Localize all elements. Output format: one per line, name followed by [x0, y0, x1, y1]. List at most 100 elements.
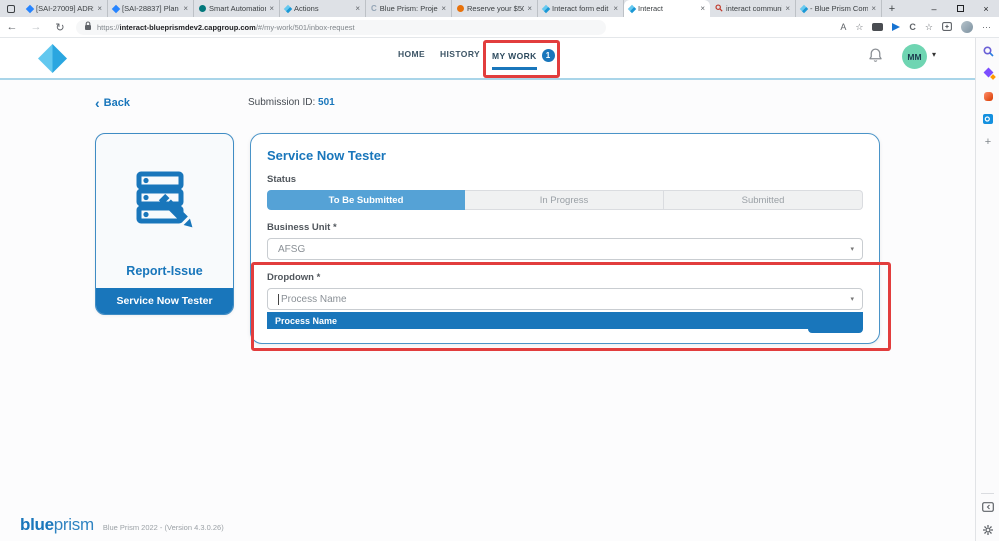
app-footer: blueprism Blue Prism 2022 - (Version 4.3…	[20, 515, 224, 535]
tab-close-icon[interactable]: ×	[183, 4, 188, 13]
window-controls: – ×	[921, 0, 999, 17]
tab-close-icon[interactable]: ×	[871, 4, 876, 13]
tab-title: Actions	[294, 4, 319, 13]
jira-favicon-icon	[25, 4, 35, 13]
tab-title: Smart Automation	[209, 4, 267, 13]
blueprism-favicon-icon	[541, 4, 551, 13]
browser-tab[interactable]: Actions ×	[280, 0, 366, 17]
tab-close-icon[interactable]: ×	[97, 4, 102, 13]
tab-title: Interact form edit	[552, 4, 609, 13]
browser-tab-strip: [SAI-27009] ADR1 × [SAI-28837] Plan I × …	[0, 0, 999, 17]
request-card-banner: Service Now Tester	[96, 288, 233, 314]
close-window-button[interactable]: ×	[973, 0, 999, 17]
browser-tab[interactable]: [SAI-28837] Plan I ×	[108, 0, 194, 17]
report-issue-icon	[96, 134, 233, 264]
sidebar-add-button[interactable]: +	[976, 137, 999, 148]
edge-sidebar: +	[975, 38, 999, 541]
jira-favicon-icon	[111, 4, 121, 13]
tab-title: Interact	[638, 4, 664, 13]
tab-title: Blue Prism: Projec	[379, 4, 439, 13]
url-path: /#/my-work/501/inbox-request	[255, 22, 355, 32]
back-link[interactable]: ‹ Back	[95, 95, 130, 111]
tab-close-icon[interactable]: ×	[355, 4, 360, 13]
user-menu-caret-icon[interactable]: ▾	[932, 50, 936, 59]
tab-title: [SAI-28837] Plan I	[122, 4, 181, 13]
browser-tab[interactable]: interact communit ×	[710, 0, 796, 17]
orange-favicon-icon	[457, 5, 464, 12]
search-favicon-icon	[715, 3, 723, 14]
user-avatar[interactable]: MM	[902, 44, 927, 69]
business-unit-label: Business Unit *	[267, 222, 337, 233]
read-aloud-button[interactable]: A	[840, 22, 846, 32]
annotation-box-my-work	[483, 40, 560, 78]
back-button[interactable]: ←	[0, 21, 24, 33]
sidebar-search-icon[interactable]	[976, 46, 999, 57]
browser-tab[interactable]: [SAI-27009] ADR1 ×	[22, 0, 108, 17]
annotation-box-dropdown	[251, 262, 891, 351]
status-label: Status	[267, 174, 297, 185]
more-options-button[interactable]: ···	[982, 22, 991, 32]
tab-close-icon[interactable]: ×	[269, 4, 274, 13]
sidebar-settings-icon[interactable]	[976, 524, 999, 536]
tab-close-icon[interactable]: ×	[441, 4, 446, 13]
footer-logo-blue: blue	[20, 515, 54, 534]
blueprism-extension-icon[interactable]	[892, 23, 901, 31]
tab-close-icon[interactable]: ×	[613, 4, 618, 13]
footer-logo: blueprism	[20, 515, 94, 535]
url-field[interactable]: https://interact-blueprismdev2.capgroup.…	[76, 18, 606, 36]
forward-button[interactable]: →	[24, 21, 48, 33]
status-segment-in-progress[interactable]: In Progress	[465, 190, 664, 210]
sidebar-office-icon[interactable]	[976, 92, 999, 101]
tab-title: [SAI-27009] ADR1	[36, 4, 95, 13]
favorite-star-button[interactable]: ☆	[855, 22, 863, 33]
back-label: Back	[103, 97, 130, 109]
browser-address-bar: ← → ↻ https://interact-blueprismdev2.cap…	[0, 17, 999, 38]
browser-tab-active[interactable]: Interact ×	[624, 0, 710, 17]
nav-history[interactable]: HISTORY	[440, 49, 480, 59]
sharepoint-favicon-icon	[199, 5, 206, 12]
footer-version: Blue Prism 2022 - (Version 4.3.0.26)	[102, 523, 224, 532]
nav-home[interactable]: HOME	[398, 49, 425, 59]
status-segment-to-be-submitted[interactable]: To Be Submitted	[267, 190, 465, 210]
form-title: Service Now Tester	[267, 148, 386, 163]
notification-bell-icon[interactable]	[868, 47, 883, 68]
minimize-button[interactable]: –	[921, 0, 947, 17]
collections-button[interactable]	[942, 18, 952, 36]
sidebar-divider	[981, 493, 994, 494]
browser-profile-avatar[interactable]	[961, 21, 973, 33]
tab-title: - Blue Prism Comn	[810, 4, 869, 13]
sidebar-panel-icon[interactable]	[976, 502, 999, 512]
confluence-favicon-icon: C	[371, 4, 377, 13]
url-text: https://interact-blueprismdev2.capgroup.…	[97, 23, 355, 32]
submission-id: Submission ID: 501	[248, 97, 335, 108]
blueprism-favicon-icon	[799, 4, 809, 13]
browser-tab[interactable]: - Blue Prism Comn ×	[796, 0, 882, 17]
new-tab-button[interactable]: +	[882, 0, 902, 17]
sidebar-outlook-icon[interactable]	[976, 114, 999, 124]
sidebar-discover-icon[interactable]	[976, 67, 999, 80]
chevron-left-icon: ‹	[95, 95, 100, 111]
browser-tab[interactable]: Interact form edit ×	[538, 0, 624, 17]
tab-close-icon[interactable]: ×	[700, 4, 705, 13]
restore-button[interactable]	[947, 0, 973, 17]
request-card[interactable]: Report-Issue Service Now Tester	[95, 133, 234, 315]
split-screen-button[interactable]	[872, 23, 884, 31]
status-segment-submitted[interactable]: Submitted	[664, 190, 863, 210]
refresh-button[interactable]: ↻	[48, 21, 72, 34]
blueprism-logo-icon[interactable]	[36, 43, 69, 79]
grammarly-extension-icon[interactable]: C	[909, 22, 916, 32]
browser-tab[interactable]: Smart Automation ×	[194, 0, 280, 17]
tab-close-icon[interactable]: ×	[527, 4, 532, 13]
business-unit-select[interactable]: AFSG ▾	[267, 238, 863, 260]
status-segmented-control: To Be Submitted In Progress Submitted	[267, 190, 863, 210]
browser-tab[interactable]: Reserve your $500 ×	[452, 0, 538, 17]
tab-close-icon[interactable]: ×	[785, 4, 790, 13]
lock-icon	[84, 18, 92, 36]
browser-window: [SAI-27009] ADR1 × [SAI-28837] Plan I × …	[0, 0, 999, 541]
workspaces-icon	[7, 4, 15, 13]
favorites-bar-button[interactable]: ☆	[925, 22, 933, 33]
blueprism-favicon-icon	[283, 4, 293, 13]
browser-tab[interactable]: C Blue Prism: Projec ×	[366, 0, 452, 17]
request-card-title: Report-Issue	[126, 264, 203, 278]
tab-workspaces-button[interactable]	[0, 0, 22, 17]
